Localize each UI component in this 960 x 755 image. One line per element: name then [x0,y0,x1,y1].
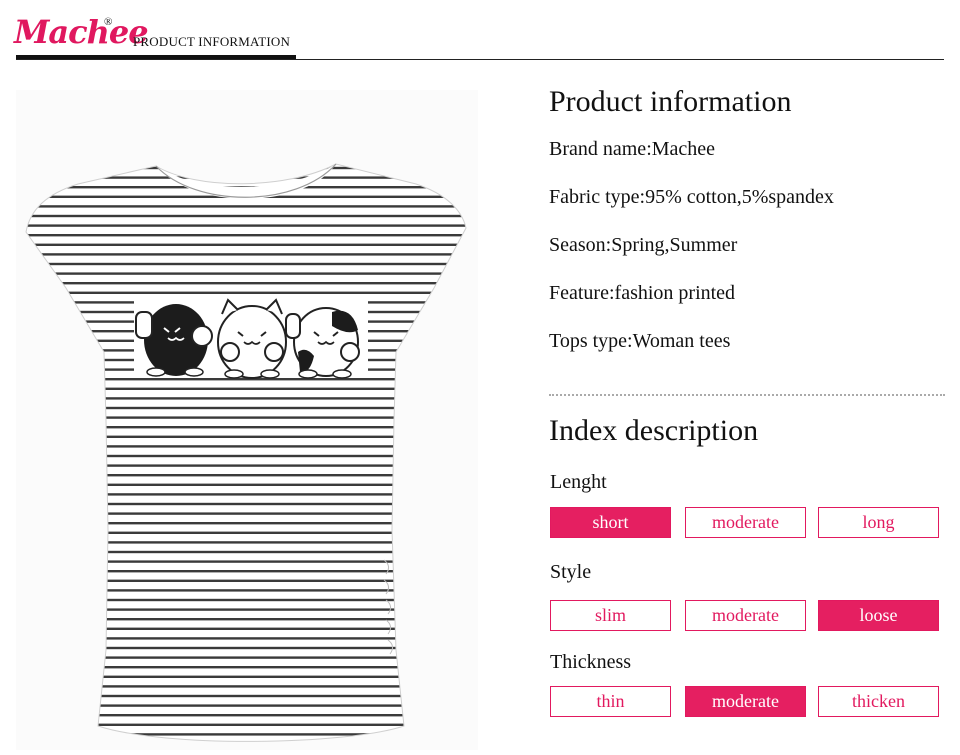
style-option-moderate: moderate [685,600,806,631]
style-option-slim: slim [550,600,671,631]
style-option-loose: loose [818,600,939,631]
info-season: Season:Spring,Summer [549,234,738,256]
header-rule [16,59,944,60]
thickness-option-thin: thin [550,686,671,717]
length-label: Lenght [550,471,607,493]
brand-logo: Machee [14,13,149,51]
style-label: Style [550,561,592,583]
thickness-option-moderate: moderate [685,686,806,717]
length-option-moderate: moderate [685,507,806,538]
length-option-short: short [550,507,671,538]
product-info-title: Product information [549,85,792,118]
registered-mark: ® [104,16,113,28]
index-title: Index description [549,414,759,447]
thickness-label: Thickness [550,651,632,673]
info-brand-name: Brand name:Machee [549,138,716,160]
product-image [16,90,478,750]
length-option-long: long [818,507,939,538]
section-divider [549,394,945,396]
thickness-option-thicken: thicken [818,686,939,717]
info-feature: Feature:fashion printed [549,282,736,304]
info-fabric-type: Fabric type:95% cotton,5%spandex [549,186,834,208]
info-tops-type: Tops type:Woman tees [549,330,731,352]
header-label: PRODUCT INFORMATION [133,34,291,49]
